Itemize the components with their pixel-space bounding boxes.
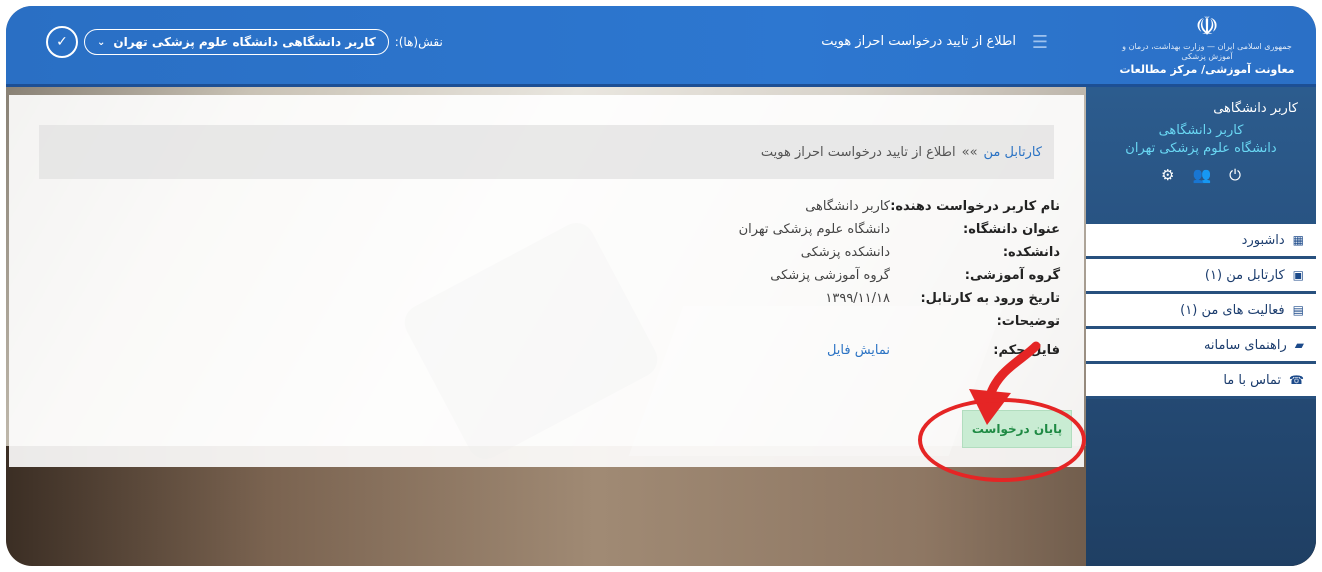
confirm-role-button[interactable]: ✓	[46, 26, 78, 58]
sidebar: کاربر دانشگاهی کاربر دانشگاهی دانشگاه عل…	[1086, 87, 1316, 566]
role-select[interactable]: کاربر دانشگاهی دانشگاه علوم پزشکی تهران …	[84, 29, 389, 55]
book-icon: ▰	[1294, 338, 1304, 352]
dashboard-icon: ▦	[1292, 233, 1304, 247]
power-icon[interactable]: ⏻	[1229, 166, 1241, 184]
sidebar-icon-bar: ⏻ 👥 ⚙	[1086, 166, 1316, 184]
detail-row-university: عنوان دانشگاه: دانشگاه علوم پزشکی تهران	[739, 218, 1060, 241]
sidebar-item-label: تماس با ما	[1223, 372, 1282, 388]
users-icon[interactable]: 👥	[1192, 166, 1211, 184]
sidebar-item-contact[interactable]: ☎ تماس با ما	[1086, 364, 1316, 399]
detail-row-date: تاریخ ورود به کارتابل: ۱۳۹۹/۱۱/۱۸	[739, 287, 1060, 310]
sidebar-item-guide[interactable]: ▰ راهنمای سامانه	[1086, 329, 1316, 364]
role-select-value: کاربر دانشگاهی دانشگاه علوم پزشکی تهران	[113, 35, 376, 49]
sidebar-item-my-inbox[interactable]: ▣ کارتابل من (۱)	[1086, 259, 1316, 294]
sidebar-item-dashboard[interactable]: ▦ داشبورد	[1086, 224, 1316, 259]
breadcrumb-separator: »»	[961, 144, 978, 160]
sidebar-item-label: فعالیت های من (۱)	[1180, 302, 1285, 318]
show-file-link[interactable]: نمایش فایل	[827, 343, 890, 358]
sidebar-user-university: دانشگاه علوم پزشکی تهران	[1125, 141, 1277, 156]
breadcrumb-current: اطلاع از تایید درخواست احراز هویت	[760, 144, 956, 160]
hamburger-menu-icon[interactable]: ☰	[1032, 32, 1048, 53]
group-label: گروه آموزشی:	[964, 268, 1060, 283]
sidebar-item-my-activities[interactable]: ▤ فعالیت های من (۱)	[1086, 294, 1316, 329]
page-title: اطلاع از تایید درخواست احراز هویت	[821, 34, 1016, 49]
request-details: نام کاربر درخواست دهنده: کاربر دانشگاهی …	[739, 195, 1060, 362]
detail-row-group: گروه آموزشی: گروه آموزشی پزشکی	[739, 264, 1060, 287]
detail-row-faculty: دانشکده: دانشکده پزشکی	[739, 241, 1060, 264]
sidebar-role: کاربر دانشگاهی	[1213, 101, 1298, 116]
notes-label: توضیحات:	[996, 314, 1060, 329]
app-window: ☫ جمهوری اسلامی ایران — وزارت بهداشت، در…	[6, 6, 1316, 566]
sidebar-item-label: راهنمای سامانه	[1203, 337, 1287, 353]
brand-subtitle: جمهوری اسلامی ایران — وزارت بهداشت، درما…	[1122, 42, 1292, 61]
university-label: عنوان دانشگاه:	[963, 222, 1060, 237]
detail-row-notes: توضیحات:	[739, 310, 1060, 333]
sidebar-menu: ▦ داشبورد ▣ کارتابل من (۱) ▤ فعالیت های …	[1086, 224, 1316, 399]
inbox-icon: ▣	[1292, 268, 1304, 282]
emblem-icon: ☫	[1195, 12, 1219, 42]
brand-logo[interactable]: ☫ جمهوری اسلامی ایران — وزارت بهداشت، در…	[1112, 12, 1302, 78]
sidebar-user-role: کاربر دانشگاهی	[1158, 123, 1244, 138]
top-header: ☫ جمهوری اسلامی ایران — وزارت بهداشت، در…	[6, 6, 1316, 84]
brand-title: معاونت آموزشی/ مرکز مطالعات	[1119, 63, 1295, 76]
roles-label: نقش(ها):	[394, 35, 443, 49]
sidebar-user-info: کاربر دانشگاهی دانشگاه علوم پزشکی تهران	[1086, 122, 1316, 158]
date-value: ۱۳۹۹/۱۱/۱۸	[825, 291, 890, 306]
breadcrumb-root-link[interactable]: کارتابل من	[984, 145, 1042, 160]
sidebar-item-label: داشبورد	[1241, 232, 1285, 248]
annotation-highlight-ring	[918, 398, 1086, 482]
breadcrumb: کارتابل من »» اطلاع از تایید درخواست احر…	[39, 125, 1054, 179]
chevron-down-icon: ⌄	[97, 36, 106, 48]
university-value: دانشگاه علوم پزشکی تهران	[738, 222, 890, 237]
requester-value: کاربر دانشگاهی	[805, 199, 890, 214]
requester-label: نام کاربر درخواست دهنده:	[890, 199, 1060, 214]
sidebar-item-label: کارتابل من (۱)	[1204, 267, 1285, 283]
detail-row-requester: نام کاربر درخواست دهنده: کاربر دانشگاهی	[739, 195, 1060, 218]
phone-icon: ☎	[1289, 373, 1304, 387]
role-switcher: نقش(ها): کاربر دانشگاهی دانشگاه علوم پزش…	[46, 26, 443, 58]
check-icon: ✓	[56, 34, 68, 50]
gear-icon[interactable]: ⚙	[1161, 166, 1174, 184]
request-detail-card: کارتابل من »» اطلاع از تایید درخواست احر…	[9, 95, 1084, 467]
faculty-label: دانشکده:	[1002, 245, 1060, 260]
group-value: گروه آموزشی پزشکی	[770, 268, 890, 283]
date-label: تاریخ ورود به کارتابل:	[920, 291, 1060, 306]
faculty-value: دانشکده پزشکی	[800, 245, 890, 260]
activity-icon: ▤	[1292, 303, 1304, 317]
